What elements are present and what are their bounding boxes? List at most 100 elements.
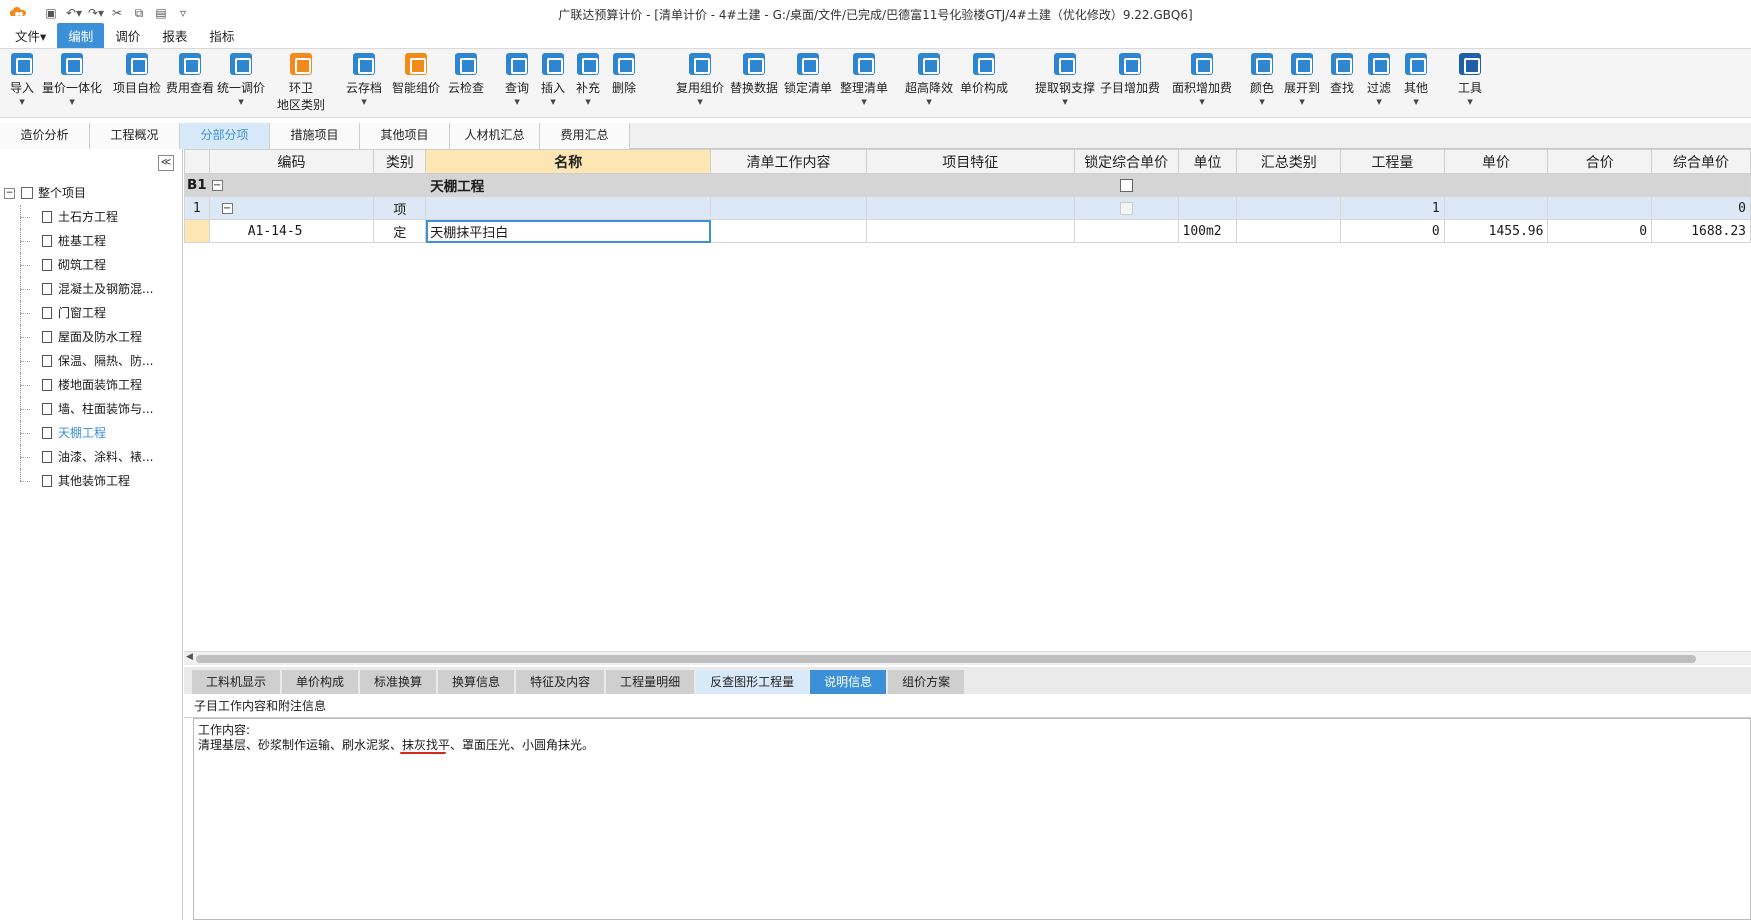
overheight-reduction-button[interactable]: 超高降效 ▼ <box>905 53 953 108</box>
lock-price-cell[interactable] <box>1073 196 1179 220</box>
unified-price-adjust-button[interactable]: 统一调价 ▼ <box>217 53 265 108</box>
tree-item[interactable]: 屋面及防水工程 <box>0 325 183 349</box>
expand-toggle-icon[interactable]: − <box>221 202 233 214</box>
reuse-pricing-button[interactable]: 复用组价 ▼ <box>676 53 724 108</box>
customize-icon[interactable]: ▿ <box>176 6 190 20</box>
tab-fee-summary[interactable]: 费用汇总 <box>540 123 630 149</box>
tab-measures[interactable]: 措施项目 <box>270 123 360 149</box>
unit-price-cell[interactable] <box>1443 173 1549 197</box>
total-cell[interactable] <box>1547 173 1653 197</box>
work-content-cell[interactable] <box>710 173 867 197</box>
type-cell[interactable]: 项 <box>373 196 427 220</box>
name-cell[interactable]: 天棚工程 <box>425 173 712 197</box>
tab-cost-analysis[interactable]: 造价分析 <box>0 123 90 149</box>
save-icon[interactable]: ▣ <box>44 6 58 20</box>
tree-item[interactable]: 桩基工程 <box>0 229 183 253</box>
other-button[interactable]: 其他 ▼ <box>1404 53 1428 108</box>
unit-cell[interactable] <box>1177 196 1238 220</box>
query-button[interactable]: 查询 ▼ <box>505 53 529 108</box>
tab-standard-conversion[interactable]: 标准换算 <box>360 670 437 694</box>
notes-textarea[interactable]: 工作内容: 清理基层、砂浆制作运输、刷水泥浆、抹灰找平、罩面压光、小圆角抹光。 <box>193 718 1751 920</box>
col-header-total[interactable]: 合价 <box>1547 149 1653 174</box>
supplement-button[interactable]: 补充 ▼ <box>576 53 600 108</box>
quantity-cell[interactable]: 0 <box>1340 219 1445 243</box>
smart-pricing-button[interactable]: 智能组价 <box>392 53 440 96</box>
col-header-type[interactable]: 类别 <box>373 149 427 174</box>
summary-category-cell[interactable] <box>1236 219 1342 243</box>
tab-conversion-info[interactable]: 换算信息 <box>438 670 515 694</box>
work-content-cell[interactable] <box>710 219 867 243</box>
unit-price-cell[interactable] <box>1443 196 1549 220</box>
menu-edit[interactable]: 编制 <box>57 23 105 48</box>
scroll-left-icon[interactable]: ◀ <box>186 652 193 662</box>
organize-list-button[interactable]: 整理清单 ▼ <box>840 53 888 108</box>
col-header-summary-category[interactable]: 汇总类别 <box>1236 149 1342 174</box>
tree-item[interactable]: 楼地面装饰工程 <box>0 373 183 397</box>
total-cell[interactable] <box>1547 196 1653 220</box>
replace-data-button[interactable]: 替换数据 <box>730 53 778 96</box>
tree-item[interactable]: 砌筑工程 <box>0 253 183 277</box>
summary-category-cell[interactable] <box>1236 196 1342 220</box>
type-cell[interactable]: 定 <box>373 219 427 243</box>
tab-other-items[interactable]: 其他项目 <box>360 123 450 149</box>
quantity-cell[interactable]: 1 <box>1340 196 1445 220</box>
insert-button[interactable]: 插入 ▼ <box>541 53 565 108</box>
table-row-item[interactable]: 1 − 项 1 0 <box>184 196 1751 220</box>
quantity-price-integration-button[interactable]: 量价一体化 ▼ <box>42 53 102 108</box>
lock-list-button[interactable]: 锁定清单 <box>784 53 832 96</box>
composite-price-cell[interactable]: 1688.23 <box>1651 219 1751 243</box>
menu-indicators[interactable]: 指标 <box>198 23 245 48</box>
undo-icon[interactable]: ↶▾ <box>66 6 82 20</box>
expand-toggle-icon[interactable]: − <box>211 179 223 191</box>
unit-cell[interactable]: 100m2 <box>1177 219 1238 243</box>
type-cell[interactable] <box>373 173 427 197</box>
tab-unit-price-composition[interactable]: 单价构成 <box>282 670 359 694</box>
delete-button[interactable]: 删除 <box>612 53 636 96</box>
lock-price-checkbox[interactable] <box>1119 201 1133 215</box>
col-header-unit-price[interactable]: 单价 <box>1443 149 1549 174</box>
paste-icon[interactable]: ▤ <box>154 6 168 20</box>
menu-file[interactable]: 文件▾ <box>4 23 57 48</box>
project-self-check-button[interactable]: 项目自检 <box>113 53 161 96</box>
col-header-unit[interactable]: 单位 <box>1177 149 1238 174</box>
tree-item[interactable]: 油漆、涂料、裱... <box>0 445 183 469</box>
col-header-code[interactable]: 编码 <box>208 149 375 174</box>
work-content-cell[interactable] <box>710 196 867 220</box>
quantity-cell[interactable] <box>1340 173 1445 197</box>
unit-price-composition-button[interactable]: 单价构成 <box>960 53 1008 96</box>
menu-reports[interactable]: 报表 <box>151 23 198 48</box>
tab-labor-material-summary[interactable]: 人材机汇总 <box>450 123 540 149</box>
col-header-quantity[interactable]: 工程量 <box>1340 149 1445 174</box>
unit-cell[interactable] <box>1177 173 1238 197</box>
extract-steel-support-button[interactable]: 提取钢支撑 ▼ <box>1035 53 1095 108</box>
tree-item[interactable]: 其他装饰工程 <box>0 469 183 493</box>
copy-icon[interactable]: ⧉ <box>132 6 146 21</box>
name-cell-editing[interactable]: 天棚抹平扫白 <box>425 219 712 243</box>
tab-quantity-details[interactable]: 工程量明细 <box>606 670 695 694</box>
scrollbar-thumb[interactable] <box>196 655 1696 663</box>
tree-item-selected[interactable]: 天棚工程 <box>0 421 183 445</box>
tab-pricing-scheme[interactable]: 组价方案 <box>888 670 965 694</box>
tools-button[interactable]: 工具 ▼ <box>1458 53 1482 108</box>
sub-item-fee-button[interactable]: 子目增加费 <box>1100 53 1160 96</box>
col-header-lock-price[interactable]: 锁定综合单价 <box>1073 149 1179 174</box>
table-row-quota[interactable]: A1-14-5 定 天棚抹平扫白 100m2 0 1455.96 0 1688.… <box>184 219 1751 243</box>
features-cell[interactable] <box>865 173 1075 197</box>
col-header-name[interactable]: 名称 <box>425 149 712 174</box>
tree-item[interactable]: 保温、隔热、防... <box>0 349 183 373</box>
cloud-check-button[interactable]: 云检查 <box>448 53 484 96</box>
redo-icon[interactable]: ↷▾ <box>88 6 104 20</box>
filter-button[interactable]: 过滤 ▼ <box>1367 53 1391 108</box>
col-header-features[interactable]: 项目特征 <box>865 149 1075 174</box>
lock-price-cell[interactable] <box>1073 219 1179 243</box>
find-button[interactable]: 查找 <box>1330 53 1354 96</box>
col-header-composite-price[interactable]: 综合单价 <box>1651 149 1751 174</box>
table-row-section[interactable]: B1 − 天棚工程 <box>184 173 1751 197</box>
features-cell[interactable] <box>865 219 1075 243</box>
menu-adjust-price[interactable]: 调价 <box>104 23 151 48</box>
tab-reverse-graphic-quantity[interactable]: 反查图形工程量 <box>696 670 809 694</box>
region-category-button[interactable]: 环卫 地区类别 <box>277 53 325 113</box>
tab-features-content[interactable]: 特征及内容 <box>516 670 605 694</box>
fee-view-button[interactable]: 费用查看 <box>166 53 214 96</box>
tab-labor-material-display[interactable]: 工料机显示 <box>192 670 281 694</box>
